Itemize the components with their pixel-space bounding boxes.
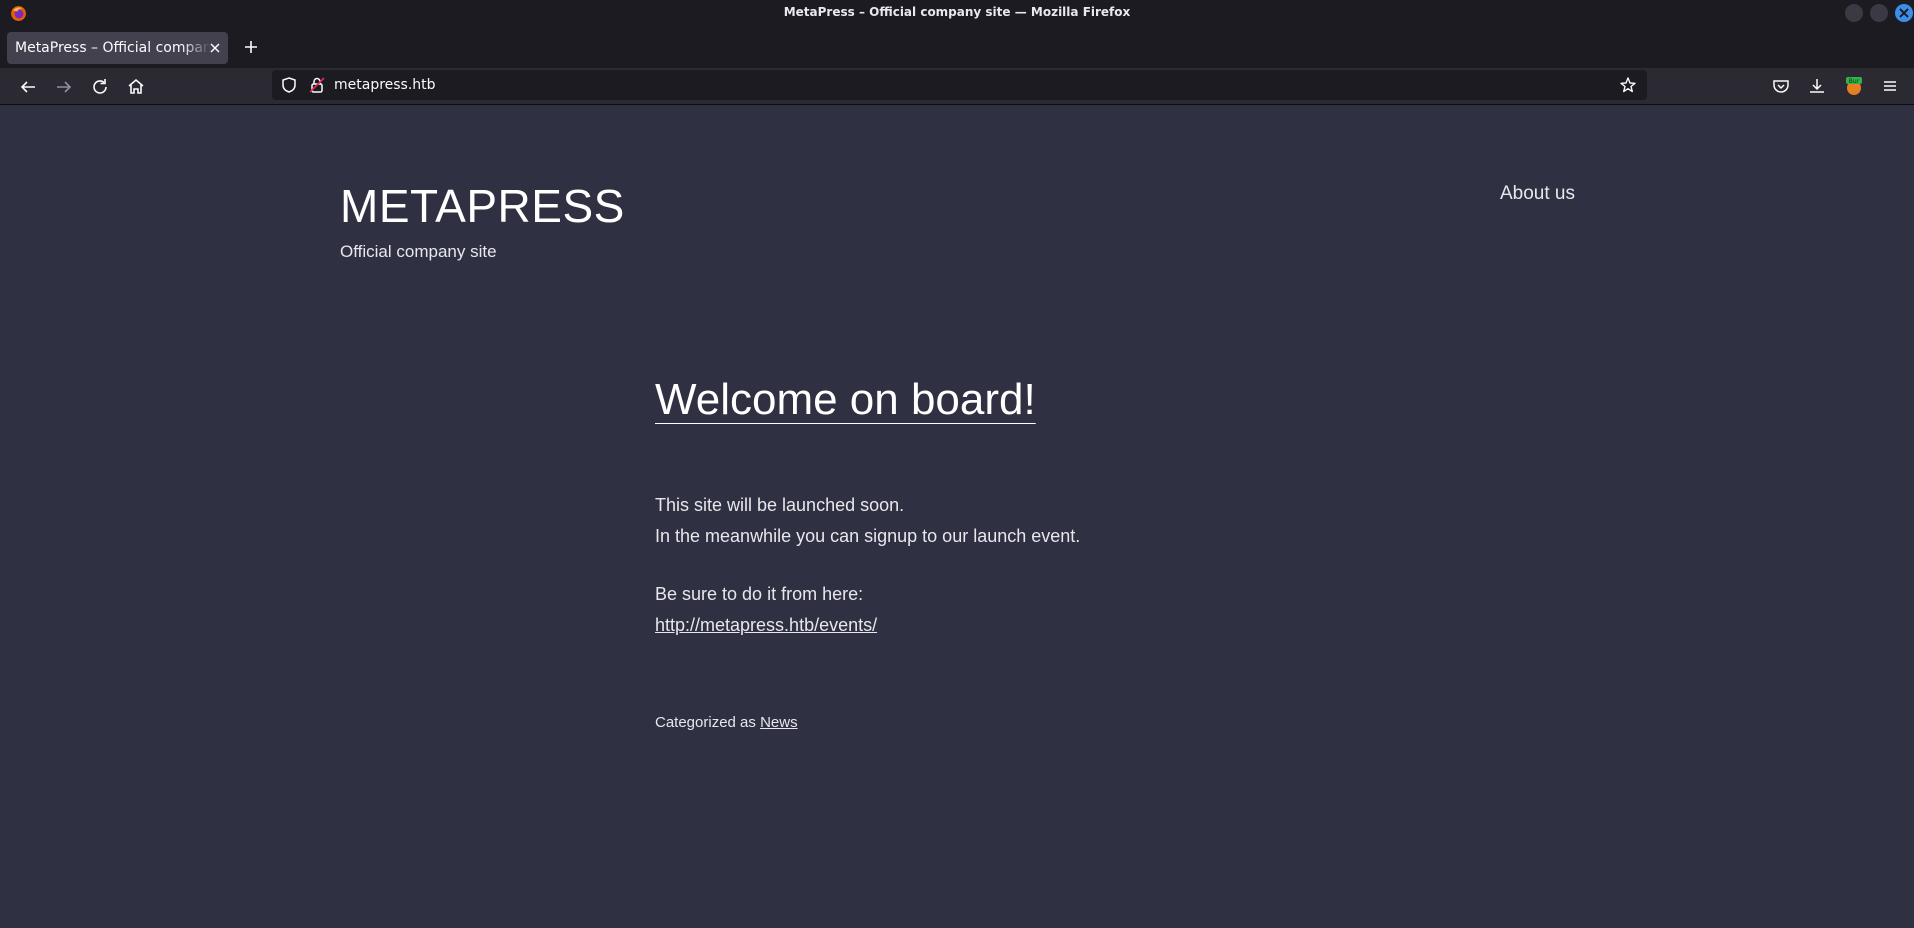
maximize-button[interactable] (1870, 4, 1888, 22)
post-paragraph-1: This site will be launched soon. In the … (655, 490, 1080, 552)
window-titlebar: MetaPress – Official company site — Mozi… (0, 0, 1914, 26)
post-categories: Categorized as News (655, 714, 798, 731)
svg-text:Bur: Bur (1849, 78, 1860, 85)
page-content: METAPRESS Official company site About us… (3, 105, 1914, 928)
nav-link-about-us[interactable]: About us (1500, 183, 1575, 205)
reload-icon[interactable] (88, 75, 112, 99)
post-paragraph-2: Be sure to do it from here: http://metap… (655, 579, 877, 641)
events-link[interactable]: http://metapress.htb/events/ (655, 615, 877, 635)
close-icon (1899, 8, 1909, 18)
site-description: Official company site (340, 242, 497, 261)
new-tab-icon[interactable] (240, 36, 262, 58)
category-link-news[interactable]: News (760, 714, 798, 731)
post-title[interactable]: Welcome on board! (655, 375, 1036, 425)
url-bar[interactable]: metapress.htb (272, 70, 1647, 100)
url-text[interactable]: metapress.htb (334, 77, 436, 93)
menu-icon[interactable] (1879, 75, 1901, 97)
tab-label: MetaPress – Official company site (15, 40, 211, 56)
home-icon[interactable] (124, 75, 148, 99)
downloads-icon[interactable] (1806, 75, 1828, 97)
shield-icon[interactable] (280, 76, 298, 94)
forward-icon[interactable] (52, 75, 76, 99)
category-prefix: Categorized as (655, 714, 756, 731)
tab-strip: MetaPress – Official company site (0, 26, 1914, 68)
navigation-toolbar: metapress.htb Bur (0, 68, 1914, 105)
tab-metapress[interactable]: MetaPress – Official company site (7, 32, 228, 64)
burp-extension-icon[interactable]: Bur (1843, 75, 1865, 97)
lock-icon[interactable] (308, 76, 326, 94)
post-line-from-here: Be sure to do it from here: (655, 584, 864, 604)
minimize-button[interactable] (1845, 4, 1863, 22)
post-line-launch: This site will be launched soon. (655, 495, 905, 515)
back-icon[interactable] (16, 75, 40, 99)
window-title: MetaPress – Official company site — Mozi… (783, 5, 1131, 19)
bookmark-star-icon[interactable] (1619, 76, 1637, 94)
close-window-button[interactable] (1895, 4, 1913, 22)
site-title[interactable]: METAPRESS (340, 179, 625, 233)
pocket-icon[interactable] (1770, 75, 1792, 97)
post-line-signup: In the meanwhile you can signup to our l… (655, 526, 1081, 546)
close-tab-icon[interactable] (205, 38, 225, 58)
